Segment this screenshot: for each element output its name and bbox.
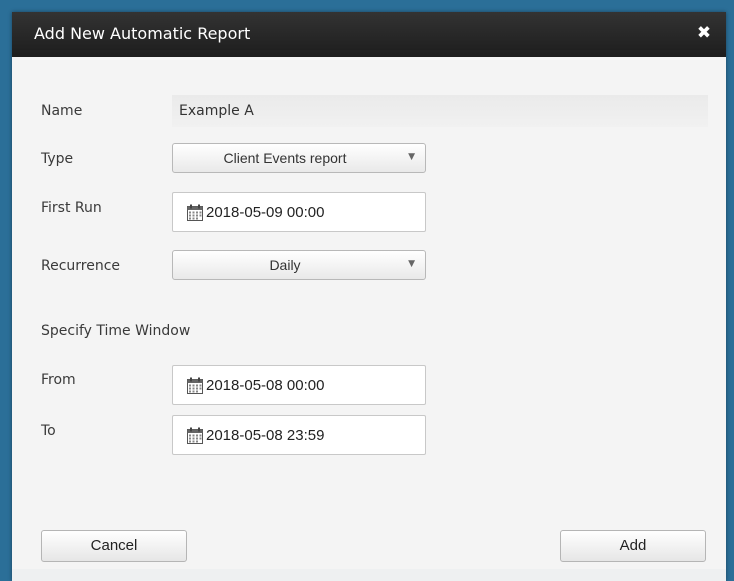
calendar-icon <box>187 427 203 444</box>
calendar-icon <box>187 377 203 394</box>
recurrence-label: Recurrence <box>41 258 121 274</box>
type-select[interactable]: Client Events report ▼ <box>172 143 426 173</box>
first-run-value: 2018-05-09 00:00 <box>206 204 325 221</box>
from-label: From <box>41 372 76 388</box>
add-report-dialog: Add New Automatic Report ✖ Name Type Cli… <box>12 12 726 581</box>
type-select-value: Client Events report <box>223 150 347 166</box>
dialog-footer-band <box>12 569 726 581</box>
dialog-title: Add New Automatic Report <box>34 24 251 43</box>
to-input[interactable]: 2018-05-08 23:59 <box>172 415 426 455</box>
chevron-down-icon: ▼ <box>408 259 415 269</box>
first-run-label: First Run <box>41 200 102 216</box>
to-label: To <box>41 423 56 439</box>
cancel-button[interactable]: Cancel <box>41 530 187 562</box>
first-run-input[interactable]: 2018-05-09 00:00 <box>172 192 426 232</box>
name-label: Name <box>41 103 83 119</box>
from-value: 2018-05-08 00:00 <box>206 377 325 394</box>
dialog-titlebar: Add New Automatic Report ✖ <box>12 12 726 57</box>
close-icon[interactable]: ✖ <box>694 22 714 44</box>
chevron-down-icon: ▼ <box>408 152 415 162</box>
to-value: 2018-05-08 23:59 <box>206 427 325 444</box>
recurrence-select-value: Daily <box>269 257 301 273</box>
type-label: Type <box>41 151 74 167</box>
calendar-icon <box>187 204 203 221</box>
from-input[interactable]: 2018-05-08 00:00 <box>172 365 426 405</box>
name-input[interactable] <box>172 95 708 127</box>
recurrence-select[interactable]: Daily ▼ <box>172 250 426 280</box>
add-button[interactable]: Add <box>560 530 706 562</box>
time-window-heading: Specify Time Window <box>41 323 191 339</box>
